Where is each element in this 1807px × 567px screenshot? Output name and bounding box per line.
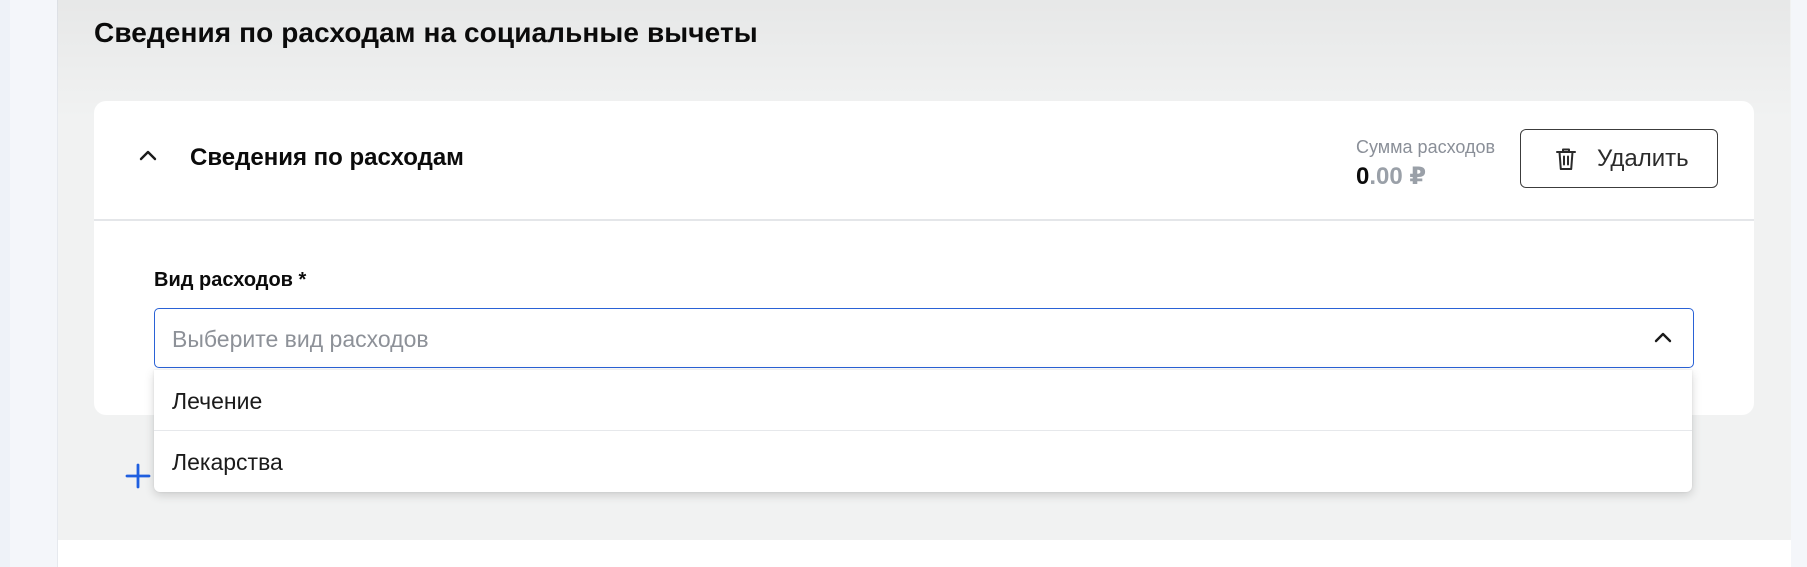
sum-value: 0.00 ₽ [1356, 162, 1426, 191]
add-expense-button[interactable] [124, 462, 152, 490]
option-label: Лекарства [172, 449, 283, 475]
option-treatment[interactable]: Лечение [154, 370, 1692, 431]
delete-button-label: Удалить [1597, 145, 1689, 172]
plus-icon [125, 463, 151, 489]
option-label: Лечение [172, 388, 263, 414]
next-section-edge [57, 540, 1791, 567]
collapse-button[interactable] [134, 141, 162, 169]
expense-type-label: Вид расходов * [154, 269, 307, 291]
delete-button[interactable]: Удалить [1520, 129, 1718, 188]
expense-card: Сведения по расходам Сумма расходов 0.00… [94, 101, 1754, 415]
expense-type-placeholder: Выберите вид расходов [172, 326, 429, 352]
expense-card-header: Сведения по расходам Сумма расходов 0.00… [94, 101, 1754, 221]
trash-icon [1556, 148, 1576, 170]
sum-integer: 0 [1356, 163, 1370, 190]
expense-card-title: Сведения по расходам [190, 144, 464, 171]
option-medicines[interactable]: Лекарства [154, 431, 1692, 492]
expense-type-select[interactable]: Выберите вид расходов [154, 308, 1694, 368]
expense-type-dropdown: Лечение Лекарства [154, 370, 1692, 492]
sum-fraction: .00 ₽ [1369, 163, 1427, 190]
sum-label: Сумма расходов [1356, 137, 1496, 157]
left-strip [0, 0, 10, 567]
chevron-up-icon [139, 150, 157, 161]
chevron-up-icon [1654, 332, 1672, 343]
section-title: Сведения по расходам на социальные вычет… [94, 17, 758, 48]
